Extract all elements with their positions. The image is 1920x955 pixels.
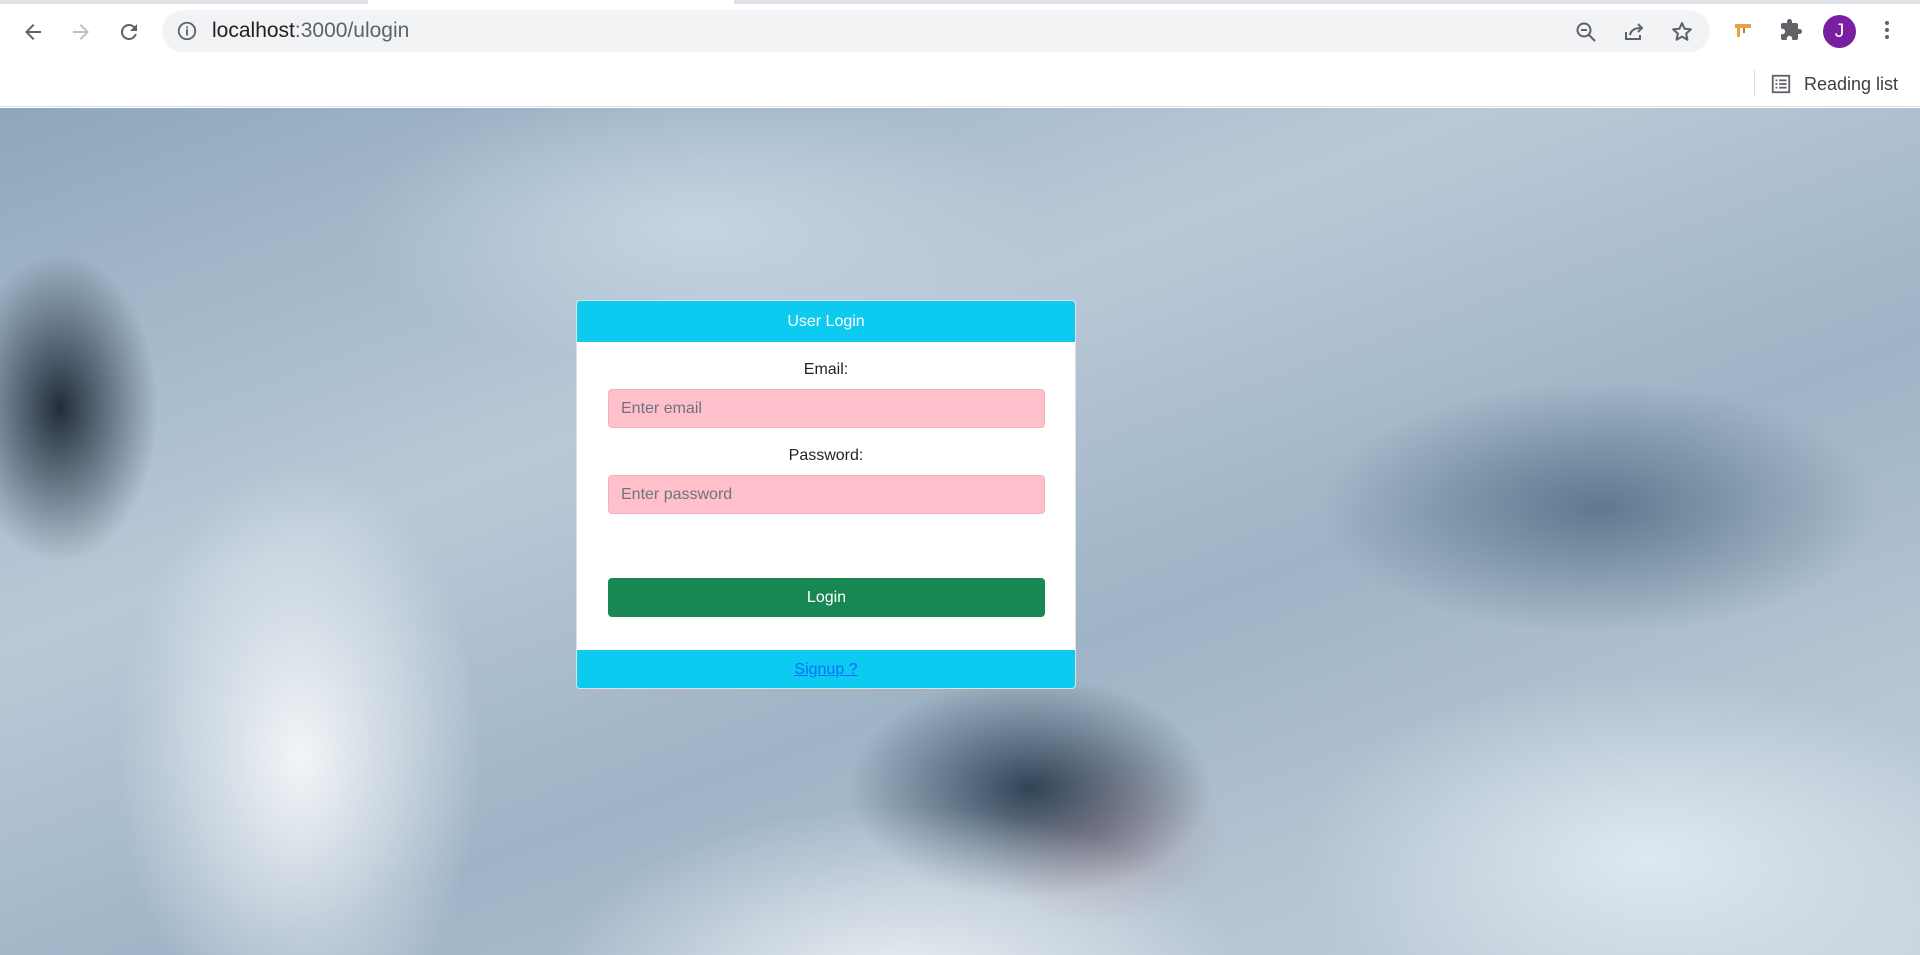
browser-toolbar: localhost:3000/ulogin J <box>0 0 1920 62</box>
extensions-button[interactable] <box>1775 14 1807 46</box>
bookmark-star-icon[interactable] <box>1670 20 1694 44</box>
login-card: User Login Email: Password: Login Signup… <box>576 300 1076 689</box>
profile-avatar[interactable]: J <box>1823 15 1856 48</box>
active-tab-edge <box>368 0 734 4</box>
extension-tool-button[interactable] <box>1728 14 1760 46</box>
tab-strip <box>0 0 1920 4</box>
email-input[interactable] <box>608 389 1045 428</box>
forward-button[interactable] <box>61 12 101 52</box>
url-host: localhost <box>212 19 295 42</box>
reload-icon <box>120 23 137 40</box>
url-path: :3000/ulogin <box>294 19 410 42</box>
email-label: Email: <box>803 361 849 378</box>
login-form: Email: Password: Login <box>577 342 1075 650</box>
login-card-header: User Login <box>577 301 1075 342</box>
bookmarks-divider <box>1754 70 1755 96</box>
login-button[interactable]: Login <box>608 578 1045 617</box>
menu-kebab-icon <box>1885 21 1889 39</box>
signup-link[interactable]: Signup ? <box>794 661 857 679</box>
password-input[interactable] <box>608 475 1045 514</box>
password-label: Password: <box>788 447 864 464</box>
reading-list-label: Reading list <box>1804 73 1899 94</box>
reload-button[interactable] <box>109 12 149 52</box>
address-bar[interactable]: localhost:3000/ulogin <box>162 10 1710 52</box>
extension-tool-icon <box>1735 24 1751 37</box>
bookmarks-bar: Reading list <box>0 62 1920 107</box>
back-arrow-icon <box>25 24 41 40</box>
extensions-puzzle-icon <box>1781 19 1802 40</box>
browser-menu-button[interactable] <box>1871 14 1903 46</box>
forward-arrow-icon <box>73 24 89 40</box>
page-background: User Login Email: Password: Login Signup… <box>0 108 1920 955</box>
site-info-icon[interactable] <box>176 20 198 42</box>
back-button[interactable] <box>13 12 53 52</box>
url-text[interactable]: localhost:3000/ulogin <box>212 20 409 42</box>
reading-list-icon <box>1771 74 1791 94</box>
login-card-footer: Signup ? <box>577 650 1075 688</box>
zoom-out-icon[interactable] <box>1574 20 1598 44</box>
reading-list-button[interactable]: Reading list <box>1770 68 1898 100</box>
share-icon[interactable] <box>1622 20 1646 44</box>
